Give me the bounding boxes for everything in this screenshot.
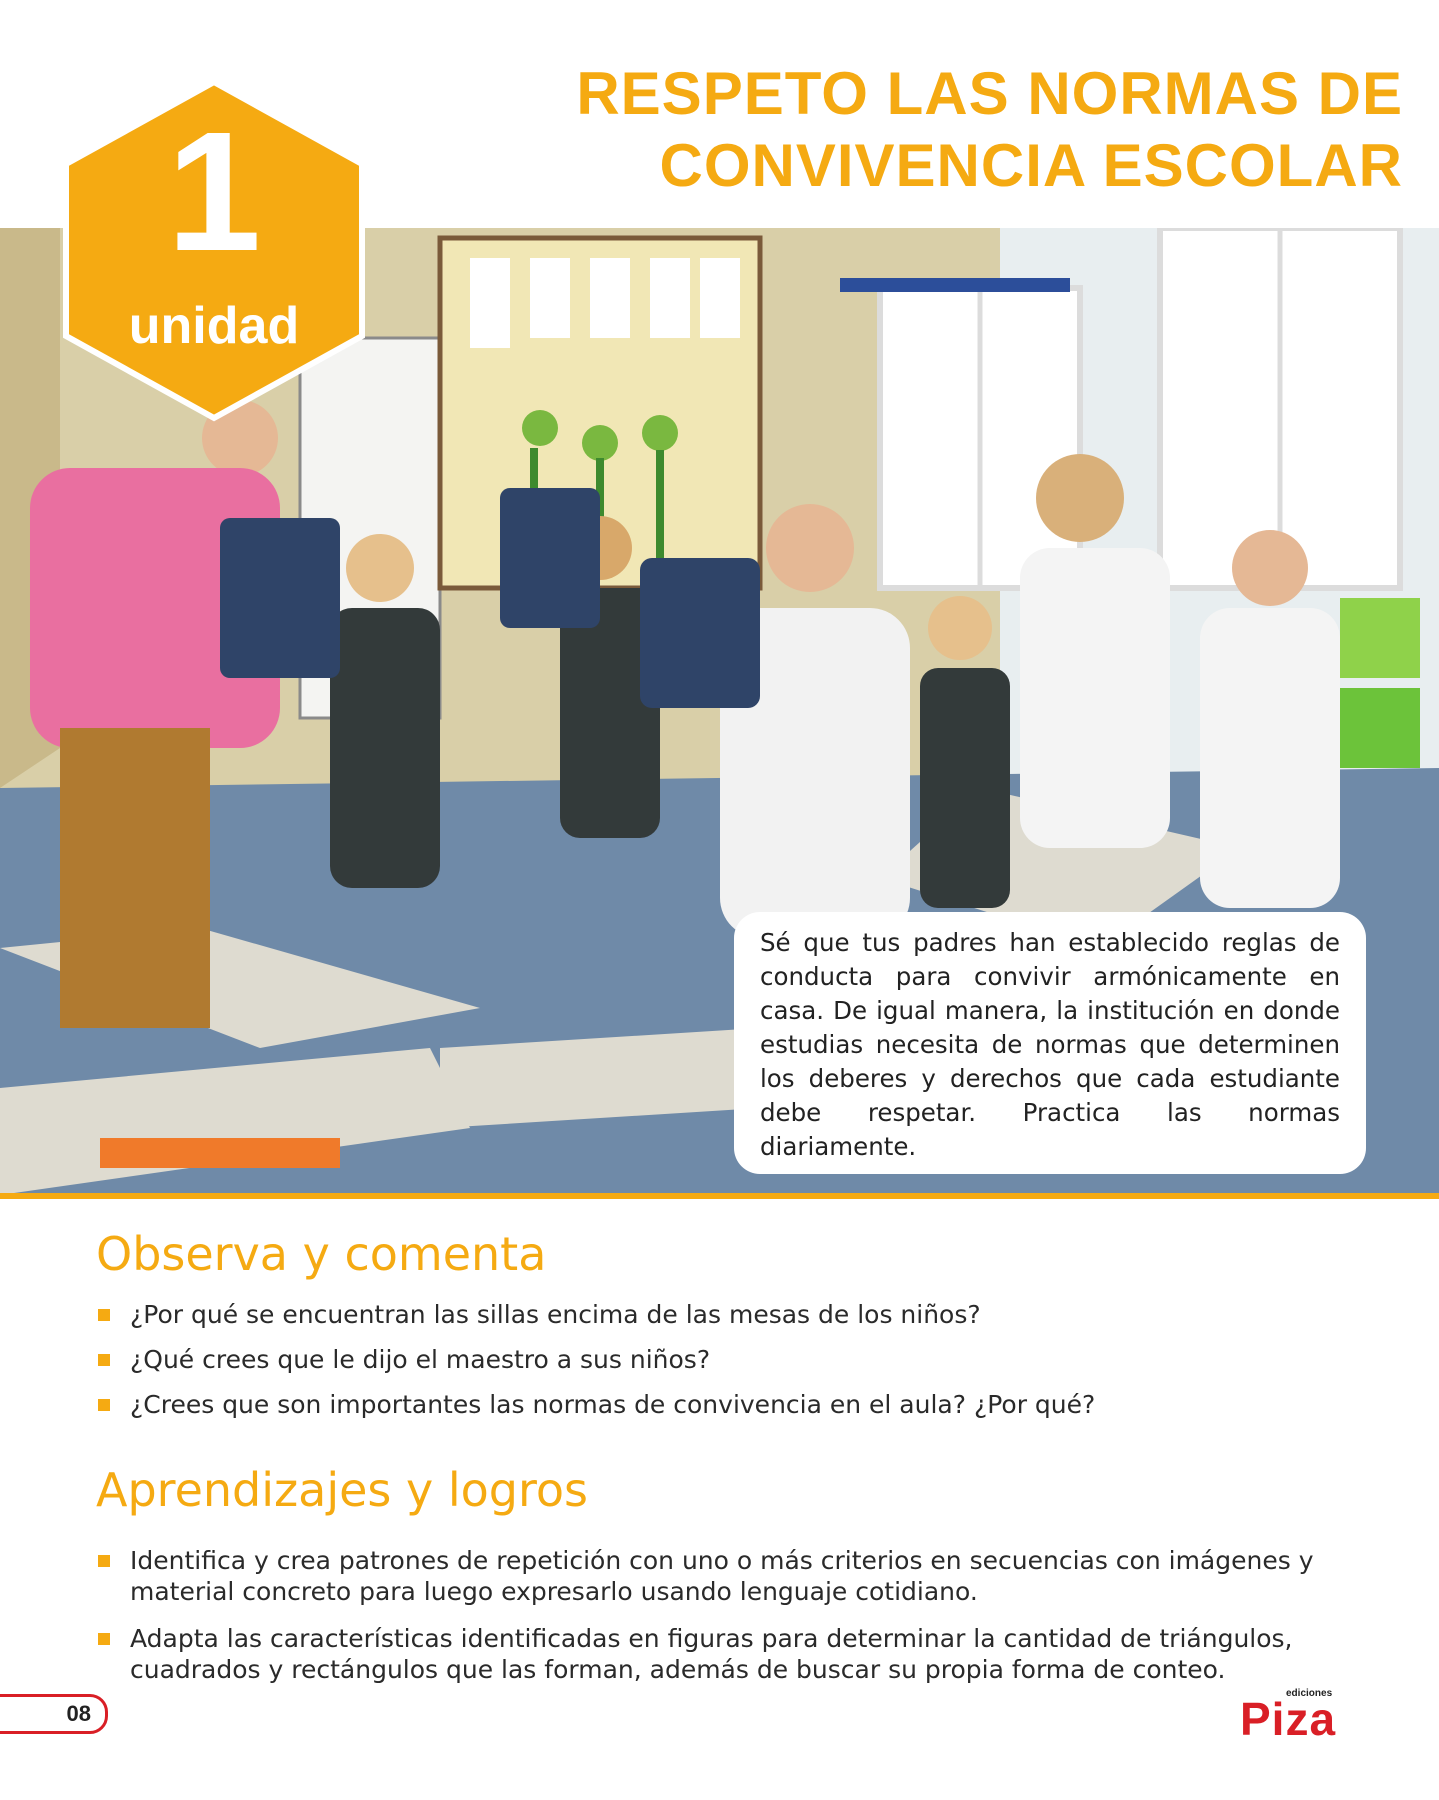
observa-heading: Observa y comenta bbox=[96, 1227, 547, 1281]
bullet-icon bbox=[98, 1354, 110, 1366]
page-number: 08 bbox=[0, 1694, 108, 1734]
list-item: Adapta las características identificadas… bbox=[96, 1623, 1379, 1685]
unit-badge: 1 unidad bbox=[62, 78, 366, 422]
list-item-text: ¿Crees que son importantes las normas de… bbox=[130, 1390, 1096, 1419]
list-item-text: Adapta las características identificadas… bbox=[130, 1624, 1293, 1684]
list-item: ¿Qué crees que le dijo el maestro a sus … bbox=[96, 1344, 1379, 1375]
photo-accent-bar bbox=[0, 1193, 1439, 1199]
bullet-icon bbox=[98, 1633, 110, 1645]
aprendizajes-list: Identifica y crea patrones de repetición… bbox=[96, 1545, 1379, 1685]
intro-text: Sé que tus padres han establecido reglas… bbox=[760, 928, 1340, 1161]
list-item: ¿Crees que son importantes las normas de… bbox=[96, 1389, 1379, 1420]
bullet-icon bbox=[98, 1309, 110, 1321]
list-item: Identifica y crea patrones de repetición… bbox=[96, 1545, 1379, 1607]
unit-number: 1 bbox=[166, 97, 262, 287]
page-title: RESPETO LAS NORMAS DE CONVIVENCIA ESCOLA… bbox=[576, 58, 1403, 202]
unit-label: unidad bbox=[128, 297, 300, 355]
bullet-icon bbox=[98, 1555, 110, 1567]
observa-list: ¿Por qué se encuentran las sillas encima… bbox=[96, 1299, 1379, 1420]
list-item-text: Identifica y crea patrones de repetición… bbox=[130, 1546, 1314, 1606]
intro-box: Sé que tus padres han establecido reglas… bbox=[734, 912, 1366, 1174]
list-item-text: ¿Qué crees que le dijo el maestro a sus … bbox=[130, 1345, 711, 1374]
list-item-text: ¿Por qué se encuentran las sillas encima… bbox=[130, 1300, 981, 1329]
title-line-2: CONVIVENCIA ESCOLAR bbox=[659, 132, 1403, 199]
title-line-1: RESPETO LAS NORMAS DE bbox=[576, 60, 1403, 127]
aprendizajes-heading: Aprendizajes y logros bbox=[96, 1463, 588, 1517]
publisher-logo: ediciones Piza bbox=[1236, 1688, 1346, 1744]
bullet-icon bbox=[98, 1399, 110, 1411]
list-item: ¿Por qué se encuentran las sillas encima… bbox=[96, 1299, 1379, 1330]
logo-main-text: Piza bbox=[1240, 1693, 1337, 1745]
